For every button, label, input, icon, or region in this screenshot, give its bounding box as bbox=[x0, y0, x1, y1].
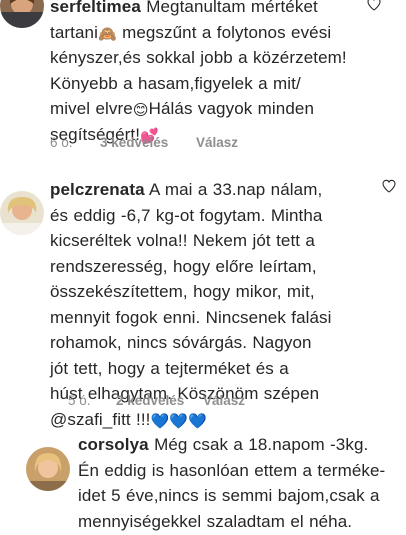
comment-username[interactable]: pelczrenata bbox=[50, 180, 145, 199]
comment-line-text: Még csak a 18.napom -3kg. bbox=[154, 435, 369, 454]
comment-line: kényszer,és sokkal jobb a közérzetem! bbox=[50, 45, 380, 71]
comment-line: tartani🙈 megszűnt a folytonos evési bbox=[50, 20, 380, 46]
comment-line-text: jót tett, hogy a tejterméket és a bbox=[50, 358, 289, 378]
comment-pelczrenata: pelczrenata A mai a 33.nap nálam, és edd… bbox=[0, 160, 406, 429]
comment-line: idet 5 éve,nincs is semmi bajom,csak a bbox=[78, 483, 404, 509]
comment-line-text: mennyit fogok enni. Nincsenek falási bbox=[50, 307, 332, 327]
comment-line: mivel elvre😊Hálás vagyok minden bbox=[50, 96, 380, 122]
comment-line-text: A mai a 33.nap nálam, bbox=[149, 180, 323, 199]
comment-line: Könyebb a hasam,figyelek a mit/ bbox=[50, 71, 380, 97]
comment-line-text: Hálás vagyok minden bbox=[148, 99, 315, 118]
comment-line: és eddig -6,7 kg-ot fogytam. Mintha bbox=[50, 203, 380, 229]
comment-corsolya: corsolya Még csak a 18.napom -3kg. Én ed… bbox=[0, 420, 406, 535]
avatar-serfeltimea[interactable] bbox=[0, 0, 44, 28]
smiling-emoji-icon: 😊 bbox=[132, 102, 149, 119]
comment-line: mennyit fogok enni. Nincsenek falási bbox=[50, 305, 380, 331]
comment-line: rendszeresség, hogy előre leírtam, bbox=[50, 254, 380, 280]
comment-line-text: kicseréltek volna!! Nekem jót tett a bbox=[50, 231, 315, 250]
comment-meta: 6 ó. 3 kedvelés Válasz bbox=[50, 135, 350, 153]
comment-line-text: kényszer,és sokkal jobb a közérzetem! bbox=[50, 48, 347, 67]
heart-outline-icon[interactable] bbox=[366, 0, 382, 12]
comment-line-text: idet 5 éve,nincs is semmi bajom,csak a bbox=[78, 486, 380, 505]
comment-line: serfeltimea Megtanultam mértéket bbox=[50, 0, 380, 20]
comment-likes-link[interactable]: 2 kedvelés bbox=[116, 393, 184, 408]
comment-line: rohamok, nincs sóvárgás. Nagyon bbox=[50, 330, 380, 356]
monkey-emoji-icon: 🙈 bbox=[97, 25, 117, 43]
reply-button[interactable]: Válasz bbox=[203, 393, 245, 408]
comment-line-text: tartani bbox=[50, 22, 98, 42]
comment-line-text: és eddig -6,7 kg-ot fogytam. Mintha bbox=[50, 205, 323, 225]
comment-line-text: Könyebb a hasam,figyelek a mit/ bbox=[50, 73, 301, 93]
heart-outline-icon[interactable] bbox=[381, 178, 397, 194]
avatar-pelczrenata[interactable] bbox=[0, 191, 44, 235]
comment-line: jót tett, hogy a tejterméket és a bbox=[50, 356, 380, 382]
comment-line: corsolya Még csak a 18.napom -3kg. bbox=[78, 432, 404, 458]
comment-line: kicseréltek volna!! Nekem jót tett a bbox=[50, 228, 380, 254]
instagram-comments-page: serfeltimea Megtanultam mértéket tartani… bbox=[0, 0, 406, 535]
comment-line: mennyiségekkel szaladtam el néha. bbox=[78, 509, 404, 535]
avatar-corsolya[interactable] bbox=[26, 447, 70, 491]
comment-serfeltimea: serfeltimea Megtanultam mértéket tartani… bbox=[0, 0, 406, 162]
comment-time: 5 ó. bbox=[68, 393, 91, 408]
comment-text: serfeltimea Megtanultam mértéket tartani… bbox=[50, 0, 380, 147]
comment-time: 6 ó. bbox=[50, 135, 73, 150]
comment-username[interactable]: corsolya bbox=[78, 435, 149, 454]
comment-username[interactable]: serfeltimea bbox=[50, 0, 141, 16]
comment-text: corsolya Még csak a 18.napom -3kg. Én ed… bbox=[78, 432, 404, 534]
comment-line-text: rendszeresség, hogy előre leírtam, bbox=[50, 256, 317, 276]
comment-line-text: összekészítettem, hogy mikor, mit, bbox=[50, 282, 315, 301]
comment-line: pelczrenata A mai a 33.nap nálam, bbox=[50, 177, 380, 203]
comment-line-text: rohamok, nincs sóvárgás. Nagyon bbox=[50, 333, 312, 352]
comment-line-text: megszűnt a folytonos evési bbox=[122, 22, 332, 42]
comment-line-text: mennyiségekkel szaladtam el néha. bbox=[78, 511, 353, 531]
comment-line: Én eddig is hasonlóan ettem a terméke- bbox=[78, 458, 404, 484]
comment-line: összekészítettem, hogy mikor, mit, bbox=[50, 279, 380, 305]
comment-line-text: mivel elvre bbox=[50, 99, 133, 118]
comment-likes-link[interactable]: 3 kedvelés bbox=[100, 135, 168, 150]
comment-line-text: Megtanultam mértéket bbox=[146, 0, 318, 16]
reply-button[interactable]: Válasz bbox=[196, 135, 238, 150]
comment-line-text: Én eddig is hasonlóan ettem a terméke- bbox=[78, 460, 386, 480]
comment-meta: 5 ó. 2 kedvelés Válasz bbox=[68, 393, 368, 411]
